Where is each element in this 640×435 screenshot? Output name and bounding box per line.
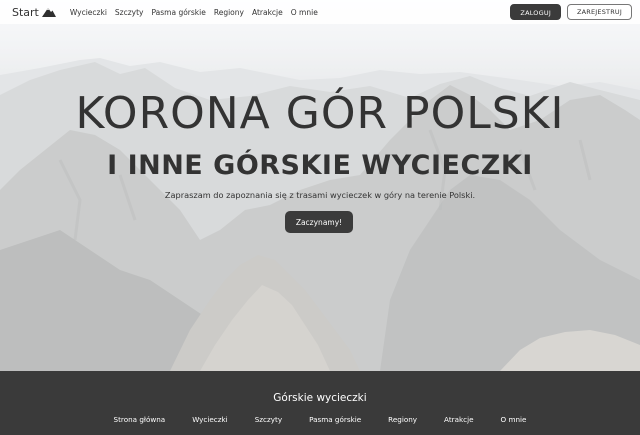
nav-link-regiony[interactable]: Regiony (214, 8, 244, 17)
nav-link-pasma-gorskie[interactable]: Pasma górskie (151, 8, 205, 17)
footer-title: Górskie wycieczki (273, 392, 367, 404)
footer-link-pasma-gorskie[interactable]: Pasma górskie (309, 415, 361, 424)
footer-link-wycieczki[interactable]: Wycieczki (192, 415, 228, 424)
footer-link-strona-glowna[interactable]: Strona główna (114, 415, 166, 424)
nav-link-wycieczki[interactable]: Wycieczki (70, 8, 107, 17)
hero-subtitle: I INNE GÓRSKIE WYCIECZKI (107, 150, 533, 181)
footer: Górskie wycieczki Strona główna Wycieczk… (0, 371, 640, 435)
nav-link-szczyty[interactable]: Szczyty (115, 8, 144, 17)
footer-link-szczyty[interactable]: Szczyty (255, 415, 282, 424)
auth-buttons: ZALOGUJ ZAREJESTRUJ (510, 4, 632, 20)
login-button[interactable]: ZALOGUJ (510, 4, 561, 20)
footer-link-regiony[interactable]: Regiony (388, 415, 417, 424)
hero-overlay (0, 0, 640, 371)
start-button[interactable]: Zaczynamy! (285, 211, 353, 233)
mountain-logo-icon (41, 8, 56, 17)
hero-title: KORONA GÓR POLSKI (75, 88, 565, 139)
register-button[interactable]: ZAREJESTRUJ (566, 4, 632, 20)
brand-label: Start (12, 5, 39, 19)
nav-link-atrakcje[interactable]: Atrakcje (252, 8, 283, 17)
footer-link-atrakcje[interactable]: Atrakcje (444, 415, 474, 424)
nav-link-o-mnie[interactable]: O mnie (291, 8, 318, 17)
hero-background (0, 0, 640, 371)
hero-description: Zapraszam do zapoznania się z trasami wy… (164, 190, 476, 200)
footer-nav: Strona główna Wycieczki Szczyty Pasma gó… (0, 415, 640, 424)
footer-link-o-mnie[interactable]: O mnie (501, 415, 527, 424)
top-navbar: Start Wycieczki Szczyty Pasma górskie Re… (0, 0, 640, 24)
main-nav: Wycieczki Szczyty Pasma górskie Regiony … (70, 8, 318, 17)
brand-link[interactable]: Start (12, 6, 56, 19)
